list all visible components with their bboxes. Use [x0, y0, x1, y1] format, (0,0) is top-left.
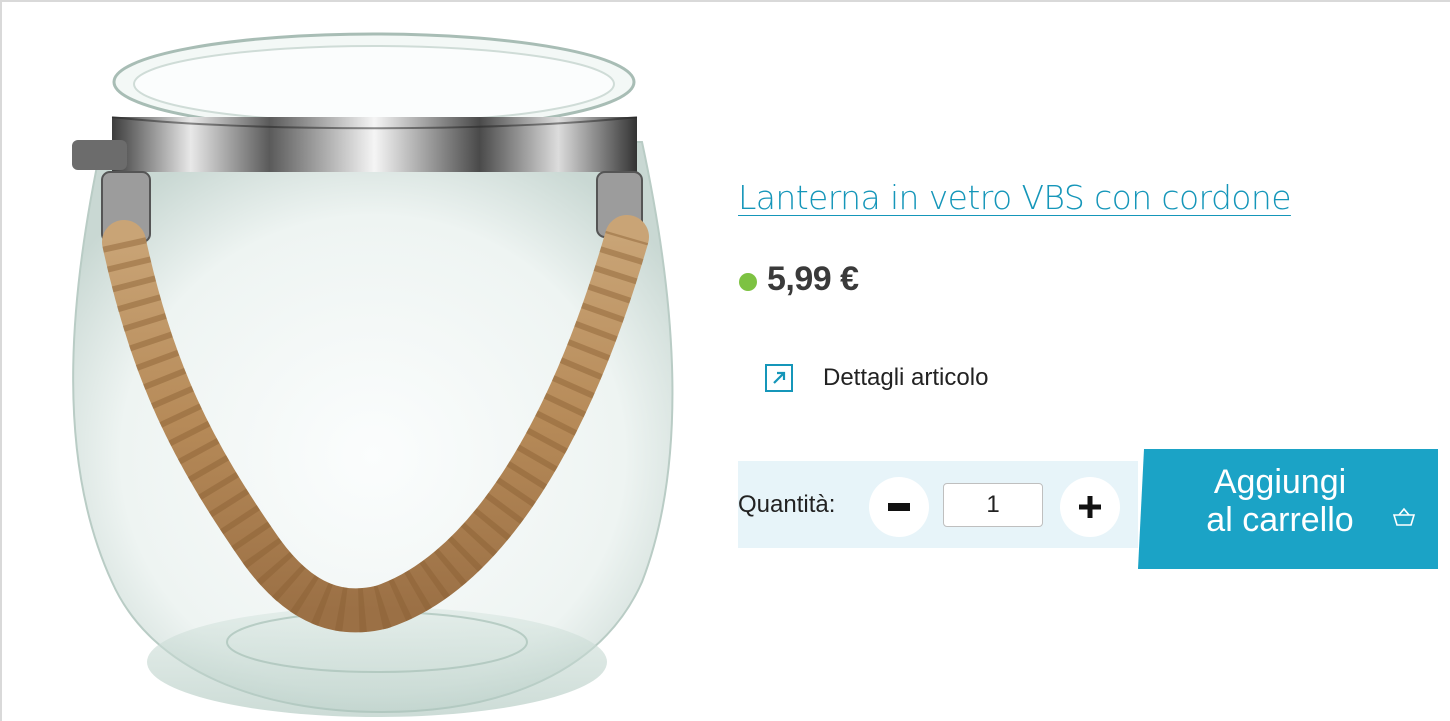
details-link-label: Dettagli articolo [823, 364, 989, 391]
add-to-cart-label: Aggiungi al carrello [1206, 463, 1354, 539]
product-image[interactable] [42, 22, 702, 721]
minus-icon [888, 503, 910, 511]
plus-icon [1079, 496, 1101, 518]
price-row: 5,99 € [739, 260, 859, 299]
external-arrow-icon [765, 364, 793, 392]
quantity-selector: Quantità: [738, 461, 1138, 548]
basket-icon [1392, 507, 1416, 526]
product-price: 5,99 € [767, 260, 859, 298]
stock-status-dot [739, 272, 757, 291]
quantity-input[interactable] [943, 483, 1043, 527]
product-title-link[interactable]: Lanterna in vetro VBS con cordone [738, 178, 1292, 217]
details-link[interactable]: Dettagli articolo [765, 364, 988, 392]
quantity-increase-button[interactable] [1060, 477, 1120, 537]
add-to-cart-button[interactable]: Aggiungi al carrello [1138, 449, 1438, 569]
quantity-decrease-button[interactable] [869, 477, 929, 537]
product-card: Lanterna in vetro VBS con cordone 5,99 €… [0, 0, 1450, 721]
quantity-label: Quantità: [738, 491, 836, 518]
